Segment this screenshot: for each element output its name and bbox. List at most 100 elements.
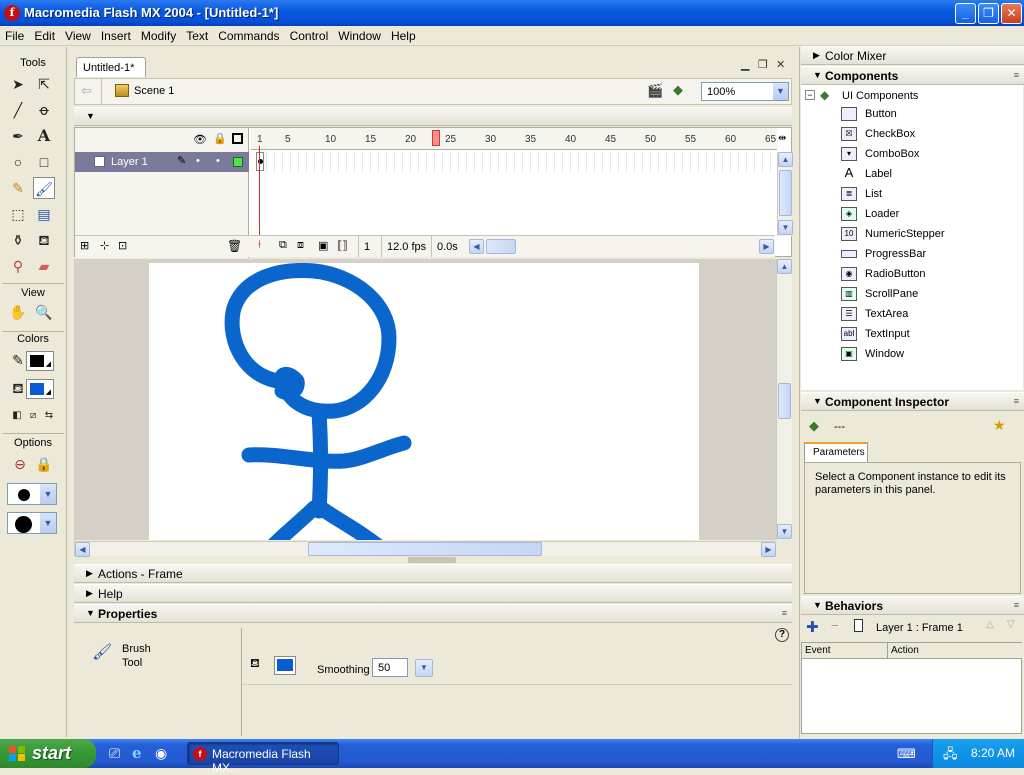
line-tool-icon[interactable]: ╱ [7,99,29,121]
fill-color-swatch[interactable]: ◢ [26,379,54,399]
smoothing-input[interactable]: 50 [372,658,408,677]
behaviors-header[interactable]: ▼ Behaviors ≡ [801,596,1024,615]
free-transform-tool-icon[interactable]: ⬚ [7,203,29,225]
options-menu-icon[interactable]: ≡ [1014,600,1019,610]
component-inspector-header[interactable]: ▼ Component Inspector ≡ [801,392,1024,411]
timeline-header[interactable]: ▼ [74,107,792,126]
eraser-tool-icon[interactable]: ▰ [33,255,55,277]
scroll-up-icon[interactable]: ▲ [778,152,793,167]
tree-collapse-icon[interactable]: − [805,90,815,100]
brush-shape-select[interactable]: ▼ [7,512,57,534]
delete-layer-icon[interactable]: 🗑 [227,239,242,253]
stroke-color-swatch[interactable]: ◢ [26,351,54,371]
brush-tool-icon[interactable]: 🖌 [33,177,55,199]
pencil-tool-icon[interactable]: ✎ [7,177,29,199]
move-up-icon[interactable]: △ [986,619,994,630]
menu-view[interactable]: View [60,26,96,44]
timeline-vscrollbar[interactable]: ▲ ▼ [777,152,793,236]
tab-parameters[interactable]: Parameters [804,442,868,462]
scroll-right-icon[interactable]: ▶ [759,239,774,254]
taskbar-flash-item[interactable]: f Macromedia Flash MX... [187,742,339,775]
swap-colors-icon[interactable]: ⇆ [38,405,60,427]
ink-bottle-tool-icon[interactable]: ⚱ [7,229,29,251]
insert-layer-icon[interactable]: ⊞ [80,239,89,252]
edit-scene-icon[interactable]: 🎬 [647,83,663,99]
scroll-up-icon[interactable]: ▲ [777,259,792,274]
internet-explorer-icon[interactable]: e [132,744,142,762]
add-motion-guide-icon[interactable]: ⊹ [100,239,109,252]
lock-dot-icon[interactable]: • [216,155,220,167]
layer-name[interactable]: Layer 1 [111,156,148,168]
menu-commands[interactable]: Commands [213,26,284,44]
minimize-doc-icon[interactable]: ▁ [741,58,749,71]
arrow-tool-icon[interactable]: ➤ [7,73,29,95]
zoom-tool-icon[interactable]: 🔍 [33,301,55,323]
remove-behavior-icon[interactable]: − [831,618,839,633]
eye-icon[interactable]: 👁 [193,133,207,146]
scroll-thumb[interactable] [779,170,792,216]
close-button[interactable]: ✕ [1001,3,1022,24]
help-panel-header[interactable]: ▶ Help [74,584,792,603]
color-mixer-header[interactable]: ▶ Color Mixer [801,46,1024,65]
scroll-down-icon[interactable]: ▼ [778,220,793,235]
playhead[interactable] [432,130,440,146]
frame-view-menu-icon[interactable]: ⇹ [778,133,786,144]
menu-control[interactable]: Control [285,26,334,44]
center-frame-icon[interactable]: ⍿ [258,239,261,252]
stage-pasteboard[interactable] [74,259,776,540]
col-action[interactable]: Action [888,643,1022,659]
menu-text[interactable]: Text [181,26,213,44]
add-behavior-icon[interactable]: ✚ [806,618,819,636]
menu-file[interactable]: File [0,26,29,44]
restore-button[interactable]: ❐ [978,3,999,24]
fill-transform-tool-icon[interactable]: ▤ [33,203,55,225]
properties-panel-header[interactable]: ▼ Properties ≡ [74,604,792,623]
properties-fill-swatch[interactable] [274,656,296,675]
move-down-icon[interactable]: ▽ [1007,619,1015,630]
onion-outlines-icon[interactable]: ⧈ [297,239,304,252]
restore-doc-icon[interactable]: ❐ [758,58,768,71]
insert-folder-icon[interactable]: ⊡ [118,239,127,252]
title-bar[interactable]: f Macromedia Flash MX 2004 - [Untitled-1… [0,0,1024,26]
keyboard-icon[interactable]: ⌨ [897,746,916,762]
pen-tool-icon[interactable]: ✒ [7,125,29,147]
chevron-down-icon[interactable]: ▼ [773,83,788,100]
edit-symbols-icon[interactable]: ◆ [673,82,683,98]
options-menu-icon[interactable]: ≡ [1014,70,1019,80]
menu-edit[interactable]: Edit [29,26,60,44]
scroll-left-icon[interactable]: ◀ [75,542,90,557]
paint-bucket-tool-icon[interactable]: ⛾ [33,229,55,251]
close-doc-icon[interactable]: ✕ [776,58,785,71]
edit-multiple-frames-icon[interactable]: ▣ [318,239,328,252]
components-header[interactable]: ▼ Components ≡ [801,66,1024,85]
layer-row[interactable]: Layer 1 ✎ • • [75,152,249,172]
onion-skin-icon[interactable]: ⧉ [279,239,287,252]
panel-splitter[interactable] [408,557,456,563]
smoothing-dropdown-icon[interactable]: ▼ [415,659,433,677]
outline-icon[interactable] [232,133,243,144]
document-tab[interactable]: Untitled-1* [76,57,146,77]
modify-markers-icon[interactable]: ⟦⟧ [337,239,348,252]
menu-window[interactable]: Window [333,26,386,44]
visible-dot-icon[interactable]: • [196,155,200,167]
start-button[interactable]: start [0,739,96,768]
frame-ruler[interactable]: 1 5 10 15 20 25 30 35 40 45 50 55 60 65 [251,128,777,150]
stage[interactable] [149,263,699,540]
menu-modify[interactable]: Modify [136,26,181,44]
brush-size-select[interactable]: ▼ [7,483,57,505]
text-tool-icon[interactable]: A [33,125,55,147]
scroll-thumb[interactable] [308,542,542,556]
eyedropper-tool-icon[interactable]: ⚲ [7,255,29,277]
scene-label[interactable]: Scene 1 [134,85,174,97]
flash-icon[interactable]: f [4,5,20,21]
network-icon[interactable]: 🖧 [943,745,958,767]
options-menu-icon[interactable]: ≡ [1014,396,1019,406]
minimize-button[interactable]: _ [955,3,976,24]
stage-vscrollbar[interactable]: ▲ ▼ [776,259,792,540]
chevron-down-icon[interactable]: ▼ [40,484,56,504]
lasso-tool-icon[interactable]: ꝋ [33,99,55,121]
lock-fill-icon[interactable]: 🔒 [33,453,55,475]
actions-panel-header[interactable]: ▶ Actions - Frame [74,564,792,583]
zoom-select[interactable]: 100% ▼ [701,82,789,101]
desktop-icon[interactable]: ⎚ [109,745,120,762]
